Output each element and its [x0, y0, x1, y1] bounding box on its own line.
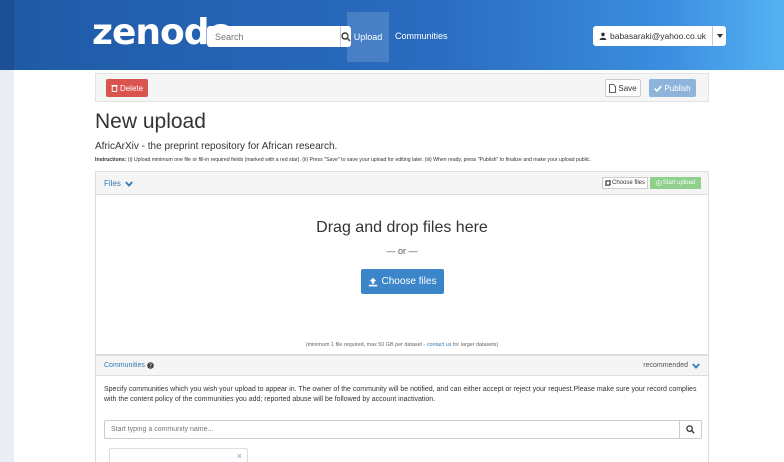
recommended-label: recommended: [643, 362, 688, 369]
drop-zone-or: — or —: [386, 246, 418, 256]
communities-toggle[interactable]: Communities ?: [104, 362, 154, 369]
delete-button[interactable]: Delete: [106, 79, 148, 97]
choose-files-small-label: Choose files: [611, 180, 646, 186]
action-bar: Delete Save Publish: [95, 73, 709, 102]
contact-us-link[interactable]: contact us: [427, 342, 452, 348]
caret-down-icon: [716, 34, 723, 38]
files-header: Files Choose files Start upload: [96, 172, 708, 195]
community-search-button[interactable]: [680, 420, 702, 439]
delete-label: Delete: [119, 83, 144, 93]
user-menu[interactable]: babasaraki@yahoo.co.uk: [593, 26, 727, 46]
files-toggle[interactable]: Files: [104, 179, 133, 188]
top-navbar: zenodo Upload Communities babasaraki@yah…: [14, 0, 784, 70]
user-email: babasaraki@yahoo.co.uk: [610, 31, 707, 41]
start-upload-button[interactable]: Start upload: [650, 177, 701, 189]
community-search-input[interactable]: [104, 420, 680, 439]
instructions-text: (i) Upload minimum one file or fill-in r…: [126, 157, 591, 163]
community-subtitle: AfricArXiv - the preprint repository for…: [95, 141, 338, 152]
communities-title: Communities: [104, 362, 145, 369]
communities-description: Specify communities which you wish your …: [104, 386, 697, 403]
communities-recommended-toggle[interactable]: recommended: [643, 362, 700, 369]
drop-zone-title: Drag and drop files here: [316, 219, 488, 236]
user-dropdown-toggle[interactable]: [712, 26, 727, 46]
community-search-box: [104, 420, 702, 439]
remove-community-icon[interactable]: ×: [237, 451, 242, 461]
search-input[interactable]: [207, 26, 340, 47]
nav-communities[interactable]: Communities: [395, 31, 448, 41]
files-icon: [605, 180, 611, 186]
trash-icon: [111, 85, 118, 92]
files-title: Files: [104, 179, 121, 188]
chevron-down-icon: [692, 362, 700, 369]
chevron-down-icon: [125, 180, 133, 187]
community-chip: ×: [109, 448, 248, 462]
upload-icon: [369, 277, 378, 286]
communities-header: Communities ? recommended: [96, 356, 708, 376]
publish-button[interactable]: Publish: [649, 79, 696, 97]
files-panel: Files Choose files Start upload Drag and…: [95, 171, 709, 355]
choose-files-label: Choose files: [381, 276, 437, 287]
check-icon: [654, 84, 663, 92]
search-icon: [686, 425, 695, 434]
instructions: Instructions: (i) Upload minimum one fil…: [95, 157, 715, 163]
files-size-note: (minimum 1 file required, max 50 GB per …: [96, 342, 708, 348]
files-note-suffix: for larger datasets): [451, 342, 499, 348]
file-icon: [609, 83, 617, 93]
left-edge-strip-top: [0, 0, 14, 70]
svg-text:?: ?: [149, 364, 152, 370]
save-button[interactable]: Save: [605, 79, 641, 97]
nav-upload[interactable]: Upload: [347, 12, 389, 62]
instructions-label: Instructions:: [95, 157, 127, 163]
page-title: New upload: [95, 110, 206, 133]
search-box: [207, 26, 351, 47]
help-icon[interactable]: ?: [147, 362, 154, 369]
choose-files-button[interactable]: Choose files: [361, 269, 444, 294]
user-email-button[interactable]: babasaraki@yahoo.co.uk: [593, 26, 713, 46]
start-upload-label: Start upload: [662, 180, 696, 186]
save-label: Save: [618, 83, 637, 93]
communities-panel: Communities ? recommended Specify commun…: [95, 355, 709, 462]
choose-files-small-button[interactable]: Choose files: [602, 177, 648, 189]
play-circle-icon: [655, 180, 662, 186]
user-icon: [599, 32, 607, 40]
files-note-prefix: (minimum 1 file required, max 50 GB per …: [305, 342, 427, 348]
publish-label: Publish: [664, 83, 691, 93]
